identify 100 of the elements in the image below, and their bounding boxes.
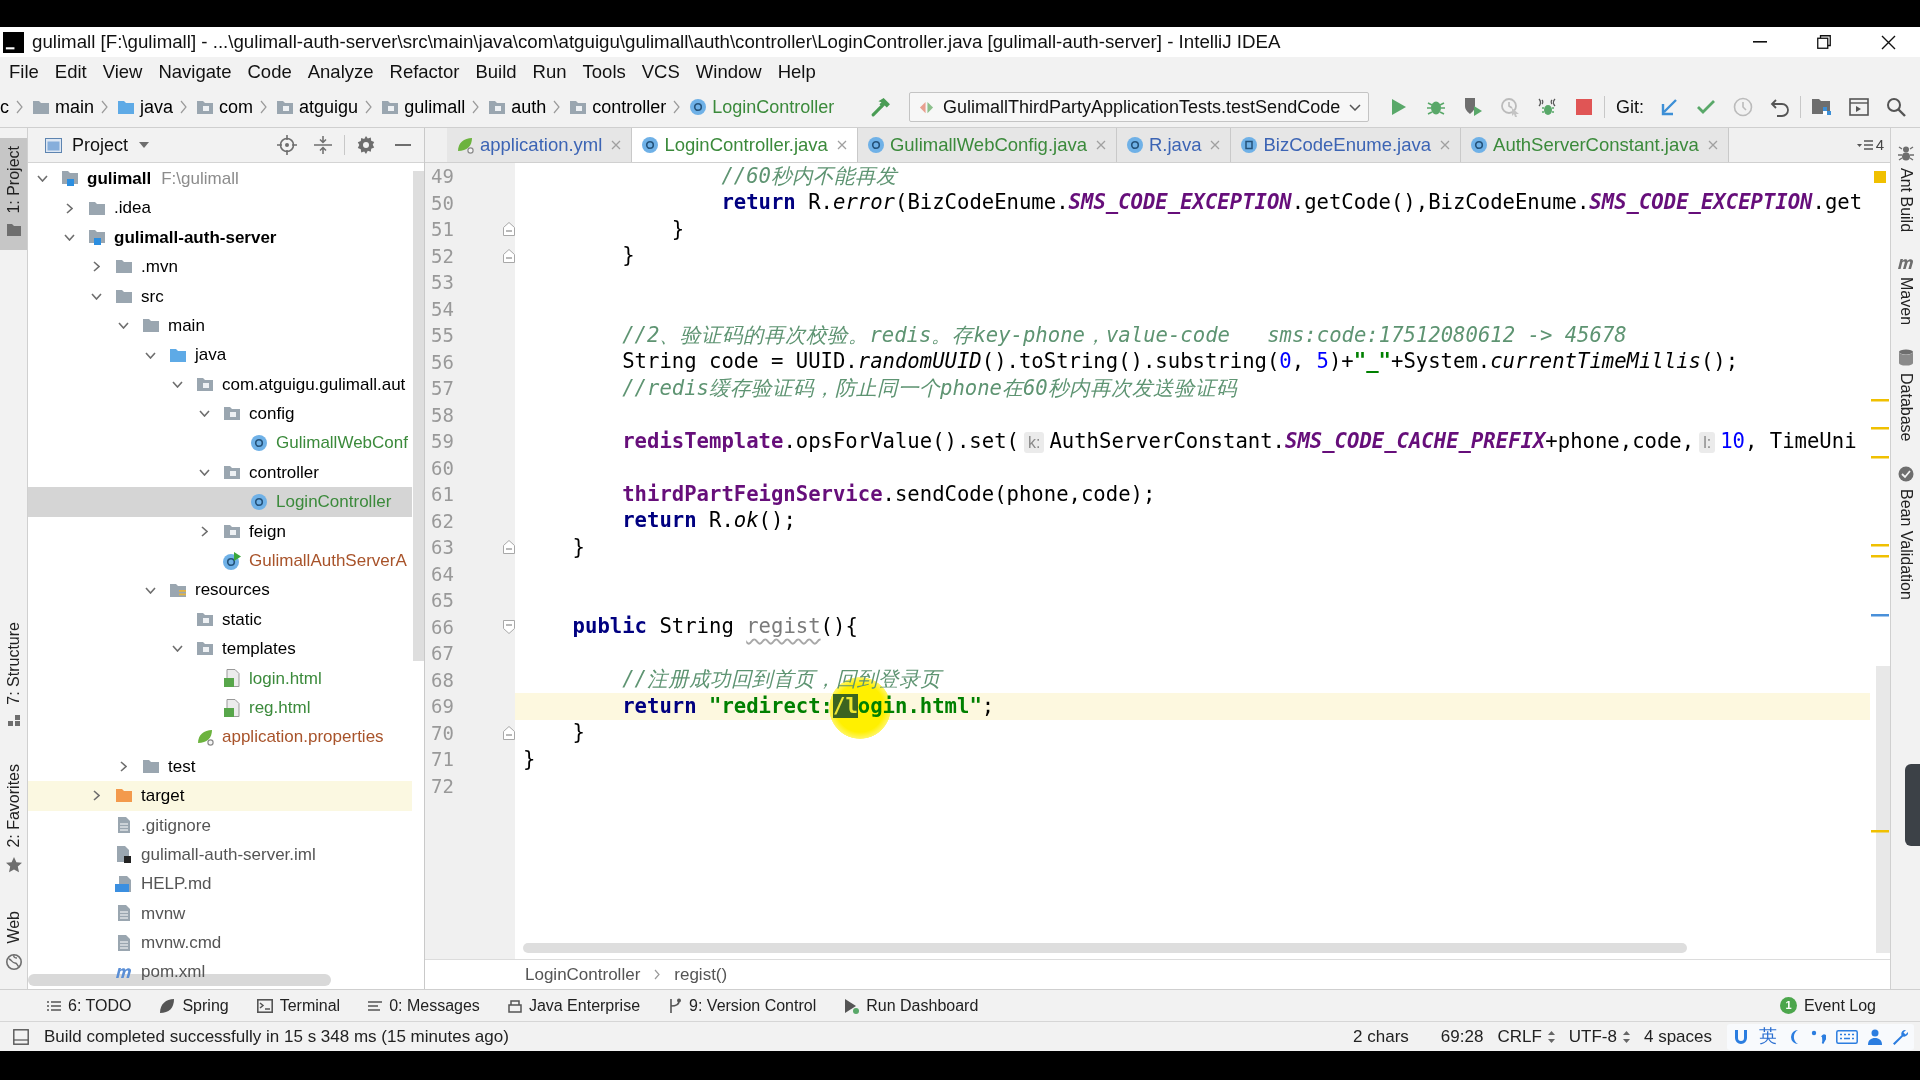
tree-item[interactable]: HELP.md [28,869,412,899]
tree-item[interactable]: gulimall-auth-server.iml [28,840,412,870]
crosshair-icon[interactable] [277,135,297,155]
minimize-icon[interactable] [1753,41,1767,43]
menu-item[interactable]: File [1,58,47,86]
menu-item[interactable]: Analyze [299,58,382,86]
tree-item[interactable]: src [28,281,412,311]
tree-item[interactable]: feign [28,516,412,547]
tool-window-button[interactable]: 1 Event Log [1775,990,1880,1021]
status-item[interactable]: 2 chars [1346,1023,1416,1050]
breadcrumb-item[interactable]: controller [570,93,667,121]
settings-icon[interactable] [357,136,375,154]
chevron-down-icon[interactable] [198,469,210,477]
punctuation-icon[interactable] [1811,1029,1826,1044]
breadcrumb-item[interactable]: java [118,93,174,121]
tree-item[interactable]: GulimallAuthServerA [28,546,412,576]
breadcrumb-item[interactable]: main [33,93,94,121]
down-left-arrow-icon[interactable] [1659,98,1678,116]
editor-tab[interactable]: application.yml [447,128,633,162]
tree-item[interactable]: .idea [28,193,412,223]
menu-item[interactable]: Code [239,58,300,86]
status-item[interactable]: 4 spaces [1636,1023,1719,1050]
tool-window-button[interactable]: Run Dashboard [830,990,993,1021]
fold-marker-icon[interactable] [503,540,515,555]
menu-item[interactable]: Refactor [381,58,468,86]
tree-item[interactable]: controller [28,457,412,488]
chevron-down-icon[interactable] [90,292,102,300]
user-icon[interactable] [1868,1028,1882,1045]
restore-icon[interactable] [1817,35,1831,49]
menu-item[interactable]: View [94,58,151,86]
chevron-down-icon[interactable] [171,380,183,388]
chevron-right-icon[interactable] [65,202,73,214]
fold-marker-icon[interactable] [503,725,515,740]
tree-item[interactable]: templates [28,634,412,664]
tool-window-button[interactable]: Ant Build [1891,145,1920,233]
keyboard-icon[interactable] [1836,1029,1858,1044]
breadcrumb-item[interactable]: gulimall [382,93,466,121]
tool-window-button[interactable]: Database [1891,349,1920,442]
breadcrumb-item[interactable]: regist() [674,961,728,988]
tool-window-button[interactable]: Bean Validation [1891,465,1920,600]
tool-window-button[interactable]: Maven [1891,256,1920,326]
chevron-right-icon[interactable] [92,261,100,273]
shield-play-icon[interactable] [1462,97,1483,117]
tree-item[interactable]: gulimall F:\gulimall [28,164,412,194]
menu-item[interactable]: VCS [633,58,688,86]
vertical-scrollbar[interactable] [1876,666,1890,953]
tool-window-button[interactable]: Terminal [242,990,355,1021]
breadcrumb-item[interactable]: auth [489,93,547,121]
chevron-right-icon[interactable] [119,761,127,772]
horizontal-scrollbar[interactable] [523,943,1687,953]
fold-marker-icon[interactable] [503,619,515,634]
close-icon[interactable] [1880,34,1896,50]
tree-item[interactable]: java [28,340,412,370]
chevron-down-icon[interactable] [63,233,75,241]
tree-item[interactable]: .mvn [28,252,412,282]
search-icon[interactable] [1885,97,1906,117]
menu-item[interactable]: Run [524,58,575,86]
tree-item[interactable]: gulimall-auth-server [28,222,412,253]
menu-item[interactable]: Help [769,58,824,86]
menu-item[interactable]: Tools [574,58,634,86]
undo-icon[interactable] [1769,97,1790,117]
bug-waves-icon[interactable] [1536,97,1557,117]
check-icon[interactable] [1695,99,1716,115]
tree-item[interactable]: resources [28,575,412,605]
breadcrumb-item[interactable]: LoginController [525,961,641,988]
tool-window-button[interactable]: 7: Structure [0,614,27,740]
status-dropdown[interactable]: CRLF [1490,1023,1562,1050]
chevron-down-icon[interactable] [117,322,129,330]
chevron-down-icon[interactable] [198,410,210,418]
chevron-right-icon[interactable] [200,525,208,537]
chevron-right-icon[interactable] [92,790,100,802]
tool-window-button[interactable]: 0: Messages [354,990,494,1021]
breadcrumb-item[interactable]: LoginController [690,93,835,121]
tab-list-button[interactable]: 4 [1856,128,1884,162]
tool-window-button[interactable]: Java Enterprise [493,990,655,1021]
editor-tab[interactable]: BizCodeEnume.java [1231,128,1462,162]
chevron-down-icon[interactable] [171,645,183,653]
tool-window-button[interactable]: Spring [145,990,243,1021]
run-icon[interactable] [1391,99,1406,115]
tree-item[interactable]: mvnw [28,898,412,929]
editor-tab[interactable]: R.java [1117,128,1232,162]
tool-window-button[interactable]: 2: Favorites [0,755,27,888]
run-configuration-dropdown[interactable]: GulimallThirdPartyApplicationTests.testSendCode [909,92,1369,122]
tree-item[interactable]: pom.xml [28,957,412,987]
tool-window-button[interactable]: 9: Version Control [654,990,831,1021]
tree-item[interactable]: GulimallWebConf [28,428,412,458]
chevron-down-icon[interactable] [36,175,48,183]
menu-item[interactable]: Build [467,58,525,86]
tree-item[interactable]: login.html [28,663,412,694]
chevron-down-icon[interactable] [144,586,156,594]
vertical-scrollbar[interactable] [413,171,424,661]
tree-item[interactable]: target [28,781,412,811]
chevron-down-icon[interactable] [144,351,156,359]
breadcrumb-item[interactable]: atguigu [277,93,359,121]
menu-item[interactable]: Window [687,58,770,86]
breadcrumb-item[interactable]: com [197,93,254,121]
window-play-icon[interactable] [1848,98,1869,116]
menu-item[interactable]: Edit [46,58,95,86]
menu-item[interactable]: Navigate [150,58,240,86]
hammer-icon[interactable] [870,96,891,118]
